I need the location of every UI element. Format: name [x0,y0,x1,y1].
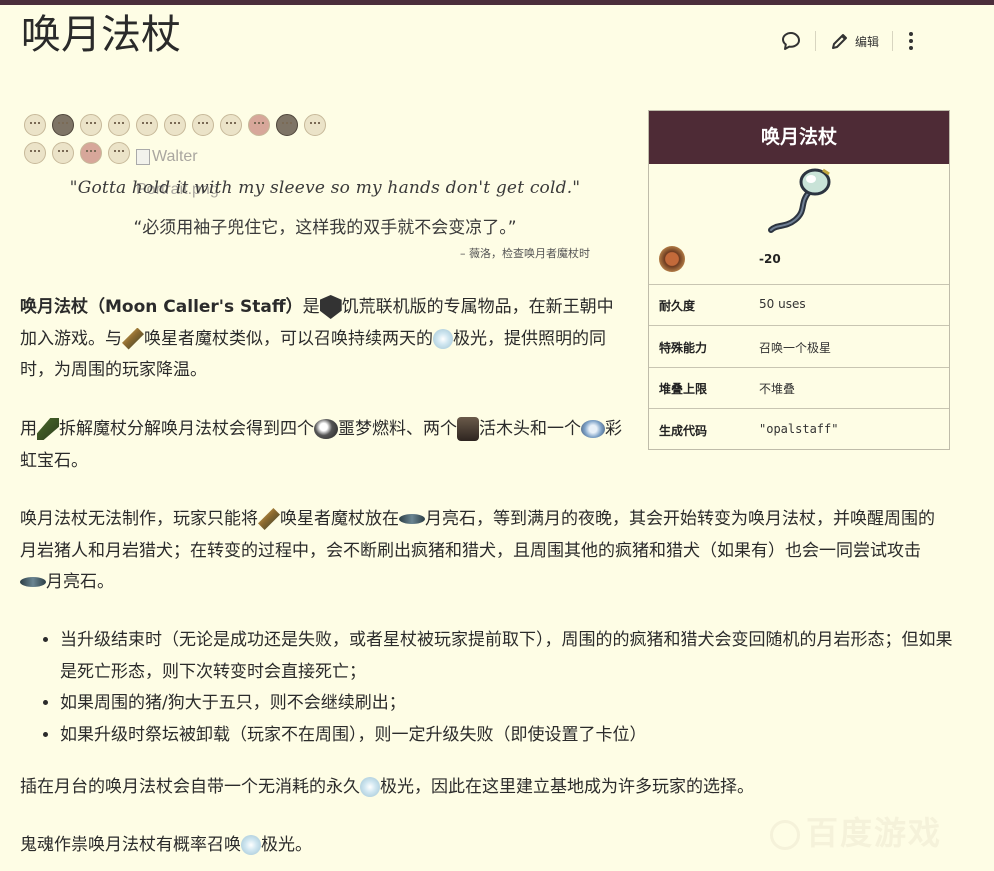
page-actions: 编辑 [780,26,916,56]
infobox-title: 唤月法杖 [649,111,949,164]
iridescent-gem-icon[interactable] [581,420,605,438]
quote-english: "Gotta hold it with my sleeve so my hand… [69,178,581,198]
moon-stone-link[interactable]: 月亮石。 [46,572,114,592]
wendy-portrait-icon[interactable] [108,114,130,136]
living-log-icon[interactable] [457,417,479,441]
warly-portrait-icon[interactable] [52,142,74,164]
text: 极光，因此在这里建立基地成为许多玩家的选择。 [380,777,754,797]
top-bar [0,0,994,5]
watermark: 百度游戏 [770,808,942,854]
damage-value: -20 [759,252,781,266]
webber-portrait-icon[interactable] [304,114,326,136]
obtain-paragraph: 唤月法杖无法制作，玩家只能将 唤星者魔杖放在 月亮石，等到满月的夜晚，其会开始转变为… [20,504,945,599]
row-key: 耐久度 [659,299,696,313]
wigfrid-portrait-icon[interactable] [276,114,298,136]
quote-chinese: “必须用袖子兜住它，这样我的双手就不会变凉了。” [133,218,517,238]
infobox-row-stack: 堆叠上限 不堆叠 [649,367,949,409]
item-infobox: 唤月法杖 -20 耐久度 50 uses 特殊能力 召唤一个极星 堆叠上限 不堆… [648,110,950,450]
nightmare-fuel-icon[interactable] [314,419,338,439]
list-item: 如果周围的猪/狗大于五只，则不会继续刷出； [60,688,960,720]
damage-row: -20 [649,234,949,284]
polar-light-icon[interactable] [360,777,380,797]
more-options-icon[interactable] [906,30,916,52]
infobox-row-code: 生成代码 "opalstaff" [649,408,949,450]
deconstruct-paragraph: 用拆解魔杖分解唤月法杖会得到四个 噩梦燃料、两个 活木头和一个 彩虹宝石。 [20,414,630,477]
row-key: 堆叠上限 [659,382,708,396]
wolfgang-portrait-icon[interactable] [80,114,102,136]
wes-portrait-icon[interactable] [220,114,242,136]
wormwood-portrait-icon[interactable] [108,142,130,164]
item-image [649,164,949,234]
star-caller-staff-link[interactable]: 唤星者魔杖放在 [280,509,399,529]
polar-light-icon[interactable] [433,328,453,349]
comment-icon[interactable] [780,30,802,52]
upgrade-notes-list: 当升级结束时（无论是成功还是失败，或者星杖被玩家提前取下），周围的的疯猪和猎犬会… [40,625,960,751]
moon-caller-staff-icon [768,168,831,233]
infobox-row-special: 特殊能力 召唤一个极星 [649,325,949,367]
watermark-text: 百度游戏 [806,814,943,852]
item-name-bold: 唤月法杖（Moon Caller's Staff） [20,297,303,317]
deconstruction-staff-icon[interactable] [37,418,59,440]
text: 拆解魔杖分解唤月法杖会得到四个 [59,419,314,439]
row-key: 特殊能力 [659,341,708,355]
winona-portrait-icon[interactable] [24,142,46,164]
intro-paragraph: 唤月法杖（Moon Caller's Staff）是 饥荒联机版的专属物品，在新王… [20,292,630,387]
wortox-portrait-icon[interactable] [80,142,102,164]
nightmare-fuel-link[interactable]: 噩梦燃料、两个 [338,419,457,439]
row-value: 50 uses [759,297,806,311]
page-title: 唤月法杖 [21,12,181,58]
woodie-portrait-icon[interactable] [192,114,214,136]
text: 是 [302,297,320,317]
infobox-row-durability: 耐久度 50 uses [649,284,949,325]
row-value: "opalstaff" [759,422,839,436]
divider [815,31,816,51]
text: 用 [20,419,37,439]
row-value: 不堆叠 [759,382,796,396]
text: 插在月台的唤月法杖会自带一个无消耗的永久 [20,777,360,797]
wickerbottom-portrait-icon[interactable] [164,114,186,136]
willow-portrait-icon[interactable] [52,114,74,136]
star-caller-staff-link[interactable]: 唤星者魔杖类似，可以召唤持续两天的 [144,329,433,349]
row-key: 生成代码 [659,424,708,438]
edit-button[interactable]: 编辑 [829,30,879,52]
list-item: 当升级结束时（无论是成功还是失败，或者星杖被玩家提前取下），周围的的疯猪和猎犬会… [60,625,960,688]
wx78-portrait-icon[interactable] [136,114,158,136]
list-item: 如果升级时祭坛被卸载（玩家不在周围），则一定升级失败（即使设置了卡位） [60,720,960,752]
maxwell-portrait-icon[interactable] [248,114,270,136]
dst-logo-icon[interactable] [319,295,342,319]
star-caller-staff-icon[interactable] [258,508,280,530]
star-caller-staff-icon[interactable] [122,327,144,350]
text: 唤月法杖无法制作，玩家只能将 [20,509,258,529]
moon-stone-icon[interactable] [399,514,425,524]
living-log-link[interactable]: 活木头和一个 [479,419,581,439]
watermark-logo-icon [770,820,800,850]
divider [892,31,894,51]
moon-stone-icon[interactable] [20,577,46,587]
polar-light-icon[interactable] [241,835,261,855]
wilson-portrait-icon[interactable] [24,114,46,136]
text: 极光。 [261,835,312,855]
quote-source: – 薇洛，检查唤月者魔杖时 [460,247,590,260]
moon-altar-paragraph: 插在月台的唤月法杖会自带一个无消耗的永久 极光，因此在这里建立基地成为许多玩家的选… [20,772,945,804]
edit-label: 编辑 [855,34,880,49]
pencil-icon [832,34,847,49]
row-value: 召唤一个极星 [759,341,832,355]
text: 鬼魂作祟唤月法杖有概率召唤 [20,835,241,855]
broken-image-icon [136,148,150,165]
